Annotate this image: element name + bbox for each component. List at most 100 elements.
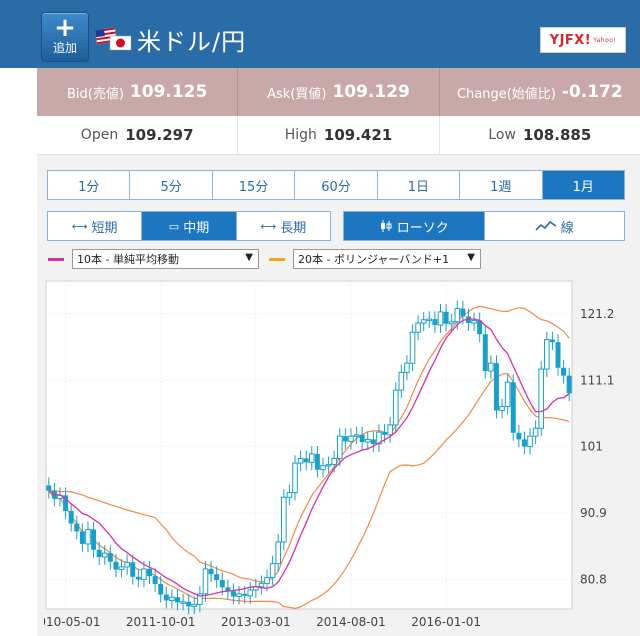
candle-down xyxy=(186,601,192,607)
ask-quote: Ask(買値) 109.129 xyxy=(238,68,440,116)
indicator-2-select[interactable]: 20本 - ボリンジャーバンド+1 ▼ xyxy=(293,249,481,269)
candle-up xyxy=(124,561,130,568)
medium-range-icon: ▭ xyxy=(168,219,180,233)
ohl-row: Open 109.297 High 109.421 Low 108.885 xyxy=(37,116,640,155)
candle-down xyxy=(158,584,164,595)
candle-up xyxy=(247,589,254,597)
tab-type-candle-label: ローソク xyxy=(396,220,449,236)
candle-up xyxy=(409,331,416,364)
candle-up xyxy=(527,435,533,448)
candle-up xyxy=(488,362,494,372)
candle-down xyxy=(96,549,102,558)
plus-icon: + xyxy=(54,13,76,43)
tab-period-5m[interactable]: 5分 xyxy=(130,171,213,199)
candle-down xyxy=(152,576,158,585)
candle-down xyxy=(382,432,388,435)
candle-up xyxy=(118,566,125,571)
candle-up xyxy=(308,453,315,463)
candle-up xyxy=(101,552,108,558)
low-cell: Low 108.885 xyxy=(440,116,640,154)
candle-down xyxy=(107,553,113,562)
candle-up xyxy=(297,457,304,464)
y-tick-label: 121.2 xyxy=(580,307,614,321)
indicator-1-select[interactable]: 10本 - 単純平均移動 ▼ xyxy=(72,249,259,269)
candle-down xyxy=(342,436,348,442)
x-tick-label: 2011-10-01 xyxy=(126,615,196,629)
open-label: Open xyxy=(80,127,119,143)
bid-value-main: 109.12 xyxy=(129,82,196,102)
quote-bar: Bid(売値) 109.125 Ask(買値) 109.129 Change(始… xyxy=(37,68,640,116)
tab-period-1w[interactable]: 1週 xyxy=(460,171,543,199)
candle-up xyxy=(387,424,393,436)
candle-up xyxy=(454,308,461,323)
candle-icon xyxy=(380,220,392,232)
change-label: Change(始値比) xyxy=(456,86,556,102)
bid-label: Bid(売値) xyxy=(66,86,124,102)
line-icon xyxy=(535,220,557,231)
bid-quote: Bid(売値) 109.125 xyxy=(37,68,239,116)
range-tabs: ⟷ 短期 ▭ 中期 ⟷ 長期 xyxy=(47,211,331,241)
candle-down xyxy=(432,319,438,326)
tab-period-60m[interactable]: 60分 xyxy=(295,171,378,199)
tab-type-line-label: 線 xyxy=(560,220,574,236)
band-legend-swatch xyxy=(269,258,285,261)
tab-range-long[interactable]: ⟷ 長期 xyxy=(237,212,330,240)
candle-up xyxy=(281,496,287,543)
candle-up xyxy=(404,362,410,373)
tab-type-candle[interactable]: ローソク xyxy=(344,212,485,240)
y-tick-label: 111.1 xyxy=(580,373,614,387)
add-button-label: 追加 xyxy=(52,41,77,55)
candle-up xyxy=(398,371,405,391)
chart-type-tabs: ローソク 線 xyxy=(343,211,625,241)
candle-up xyxy=(85,528,91,545)
ask-value: 109.129 xyxy=(332,82,409,102)
tab-range-medium[interactable]: ▭ 中期 xyxy=(142,212,237,240)
candle-down xyxy=(242,593,248,596)
candle-up xyxy=(364,438,371,443)
plot-area xyxy=(45,280,573,610)
page-title: 米ドル/円 xyxy=(137,28,247,56)
tab-period-1mo[interactable]: 1月 xyxy=(542,171,624,199)
candle-down xyxy=(68,511,74,524)
x-tick-label: 2014-08-01 xyxy=(316,615,386,629)
candle-down xyxy=(314,453,320,470)
candle-down xyxy=(303,458,309,463)
tab-period-1m[interactable]: 1分 xyxy=(48,171,131,199)
candle-up xyxy=(286,492,293,498)
tab-type-line[interactable]: 線 xyxy=(485,212,625,240)
candle-down xyxy=(443,311,449,324)
candle-up xyxy=(141,568,147,580)
candle-down xyxy=(370,439,376,445)
low-value: 108.885 xyxy=(522,126,592,144)
candle-down xyxy=(566,375,572,394)
candle-up xyxy=(504,381,511,408)
candle-up xyxy=(336,435,343,459)
candle-up xyxy=(532,427,539,437)
ask-value-last: 9 xyxy=(398,82,410,102)
open-value: 109.297 xyxy=(125,126,194,144)
tab-range-short[interactable]: ⟷ 短期 xyxy=(48,212,143,240)
tab-range-long-label: 長期 xyxy=(280,220,307,236)
y-tick-label: 101 xyxy=(580,440,603,454)
period-tabs: 1分 5分 15分 60分 1日 1週 1月 xyxy=(47,170,625,200)
tab-period-15m[interactable]: 15分 xyxy=(213,171,296,199)
short-range-icon: ⟷ xyxy=(71,219,88,233)
high-label: High xyxy=(284,127,317,143)
tab-period-1d[interactable]: 1日 xyxy=(378,171,461,199)
candle-up xyxy=(292,462,298,494)
candle-up xyxy=(202,568,209,595)
price-chart[interactable]: 121.2 111.1 101 90.9 80.8 2010-05-01 2011-10-0… xyxy=(44,279,640,636)
bid-value: 109.125 xyxy=(130,82,207,102)
candle-up xyxy=(269,563,276,578)
chevron-down-icon: ▼ xyxy=(467,252,475,263)
yjfx-logo[interactable]: YJFX! Yahoo! xyxy=(540,27,626,53)
indicator-1-value: 10本 - 単純平均移動 xyxy=(77,253,179,266)
y-tick-label: 80.8 xyxy=(580,572,607,586)
x-tick-label: 2016-01-01 xyxy=(411,615,481,629)
candle-up xyxy=(191,603,198,607)
candle-down xyxy=(130,562,136,577)
add-button[interactable]: + 追加 xyxy=(41,12,89,62)
candle-up xyxy=(353,434,360,437)
candle-down xyxy=(219,580,225,588)
candle-down xyxy=(74,523,80,532)
